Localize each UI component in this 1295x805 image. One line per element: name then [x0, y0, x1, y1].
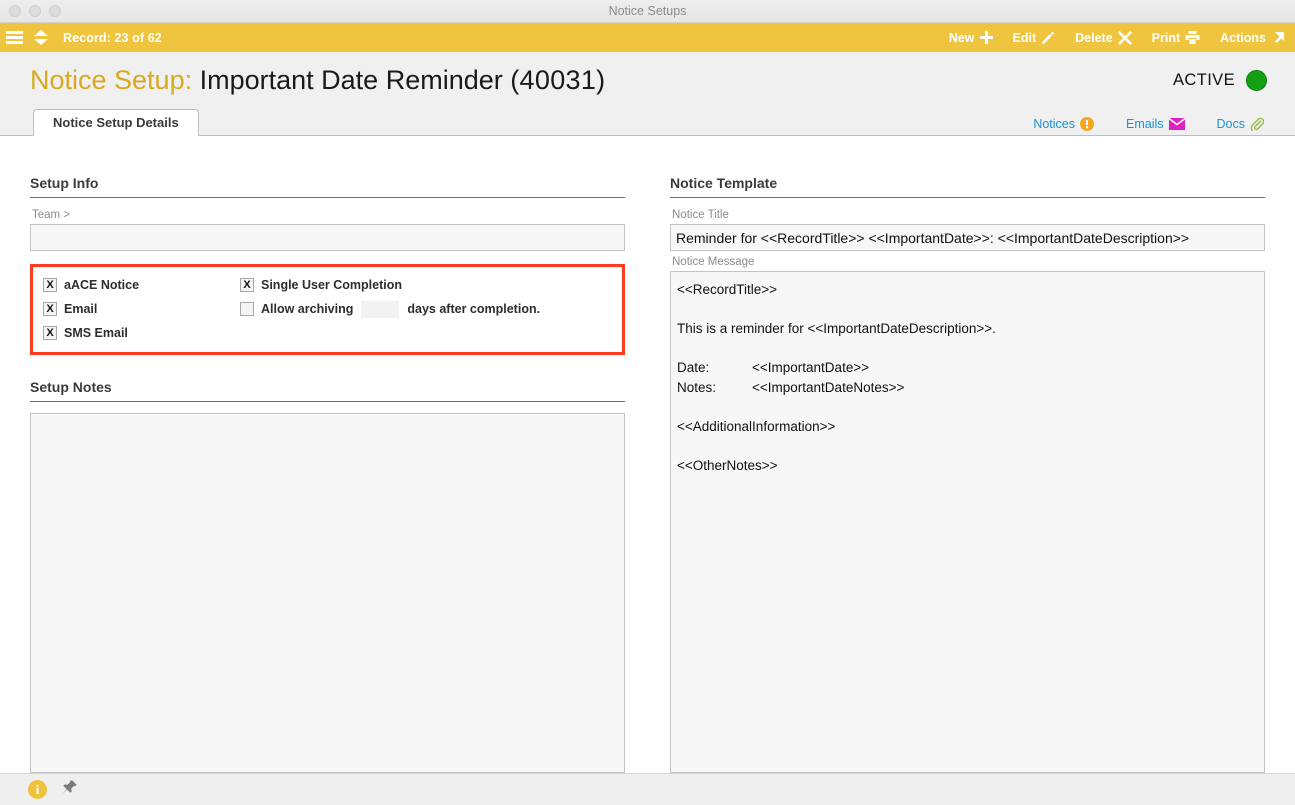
checkbox-row-sms-email[interactable]: X SMS Email — [43, 323, 240, 343]
archiving-days-suffix-label: days after completion. — [407, 302, 540, 316]
checkbox-email[interactable]: X — [43, 302, 57, 316]
paperclip-icon — [1250, 117, 1264, 131]
checkbox-aace-notice[interactable]: X — [43, 278, 57, 292]
tab-strip: Notice Setup Details Notices Emails Docs — [0, 109, 1295, 136]
main-content: Setup Info Team > X aACE Notice X Email … — [0, 139, 1295, 773]
link-emails-label: Emails — [1126, 117, 1164, 131]
checkbox-row-allow-archiving[interactable]: Allow archiving days after completion. — [240, 299, 612, 319]
delete-button-label: Delete — [1075, 31, 1113, 45]
checkbox-allow-archiving[interactable] — [240, 302, 254, 316]
edit-button[interactable]: Edit — [1013, 31, 1056, 45]
print-button[interactable]: Print — [1152, 31, 1200, 45]
checkbox-aace-notice-label: aACE Notice — [64, 278, 139, 292]
actions-button[interactable]: Actions — [1220, 31, 1285, 45]
right-column: Notice Template Notice Title Reminder fo… — [670, 175, 1265, 773]
link-notices[interactable]: Notices — [1033, 117, 1094, 131]
arrow-out-icon — [1271, 31, 1285, 45]
status-badge: ACTIVE — [1173, 70, 1267, 91]
checkbox-email-label: Email — [64, 302, 97, 316]
notice-options-left: X aACE Notice X Email X SMS Email — [43, 275, 240, 343]
record-nav-arrows-icon[interactable] — [34, 30, 48, 45]
notice-message-label: Notice Message — [670, 256, 1265, 268]
page-title-name: Important Date Reminder — [200, 65, 503, 95]
tab-label: Notice Setup Details — [53, 115, 179, 130]
page-title-code: (40031) — [510, 65, 605, 95]
link-docs[interactable]: Docs — [1217, 117, 1264, 131]
team-field-label[interactable]: Team > — [30, 209, 625, 221]
checkbox-sms-email[interactable]: X — [43, 326, 57, 340]
checkbox-single-user-completion-label: Single User Completion — [261, 278, 402, 292]
record-counter-label: Record: 23 of 62 — [63, 31, 162, 45]
notice-title-label: Notice Title — [670, 209, 1265, 221]
actions-button-label: Actions — [1220, 31, 1266, 45]
envelope-icon — [1169, 118, 1185, 130]
pushpin-icon[interactable] — [61, 779, 78, 801]
pencil-icon — [1041, 31, 1055, 45]
notice-title-input[interactable]: Reminder for <<RecordTitle>> <<Important… — [670, 224, 1265, 251]
page-header: Notice Setup: Important Date Reminder (4… — [0, 52, 1295, 109]
info-circle-icon[interactable]: i — [28, 780, 47, 799]
allow-archiving-label: Allow archiving — [261, 302, 353, 316]
setup-info-heading: Setup Info — [30, 175, 625, 198]
status-indicator-dot — [1246, 70, 1267, 91]
setup-notes-textarea[interactable] — [30, 413, 625, 773]
edit-button-label: Edit — [1013, 31, 1037, 45]
checkbox-single-user-completion[interactable]: X — [240, 278, 254, 292]
delete-button[interactable]: Delete — [1075, 31, 1132, 45]
status-label: ACTIVE — [1173, 71, 1235, 90]
plus-icon — [980, 31, 993, 44]
page-title-prefix: Notice Setup: — [30, 65, 192, 95]
checkbox-sms-email-label: SMS Email — [64, 326, 128, 340]
alert-circle-icon — [1080, 117, 1094, 131]
notice-message-textarea[interactable]: <<RecordTitle>> This is a reminder for <… — [670, 271, 1265, 773]
record-next-arrow-icon[interactable] — [34, 39, 48, 45]
tab-related-links: Notices Emails Docs — [1033, 117, 1295, 135]
setup-notes-heading: Setup Notes — [30, 379, 625, 402]
printer-icon — [1185, 31, 1200, 44]
checkbox-row-email[interactable]: X Email — [43, 299, 240, 319]
bottom-status-bar: i — [0, 773, 1295, 805]
checkbox-row-aace-notice[interactable]: X aACE Notice — [43, 275, 240, 295]
notice-template-heading: Notice Template — [670, 175, 1265, 198]
notice-options-right: X Single User Completion Allow archiving… — [240, 275, 612, 343]
left-column: Setup Info Team > X aACE Notice X Email … — [30, 175, 625, 773]
new-button[interactable]: New — [949, 31, 993, 45]
hamburger-menu-icon[interactable] — [6, 31, 23, 44]
checkbox-row-single-user-completion[interactable]: X Single User Completion — [240, 275, 612, 295]
new-button-label: New — [949, 31, 975, 45]
link-notices-label: Notices — [1033, 117, 1075, 131]
notice-options-panel: X aACE Notice X Email X SMS Email X Sing… — [30, 264, 625, 355]
window-title: Notice Setups — [0, 4, 1295, 18]
team-field-input[interactable] — [30, 224, 625, 251]
record-previous-arrow-icon[interactable] — [34, 30, 48, 36]
print-button-label: Print — [1152, 31, 1180, 45]
archiving-days-input[interactable] — [361, 301, 399, 318]
page-title: Notice Setup: Important Date Reminder (4… — [30, 65, 605, 96]
link-emails[interactable]: Emails — [1126, 117, 1185, 131]
x-mark-icon — [1118, 31, 1132, 45]
main-toolbar: Record: 23 of 62 New Edit Delete Print — [0, 23, 1295, 52]
tab-notice-setup-details[interactable]: Notice Setup Details — [33, 109, 199, 136]
link-docs-label: Docs — [1217, 117, 1245, 131]
window-titlebar: Notice Setups — [0, 0, 1295, 23]
